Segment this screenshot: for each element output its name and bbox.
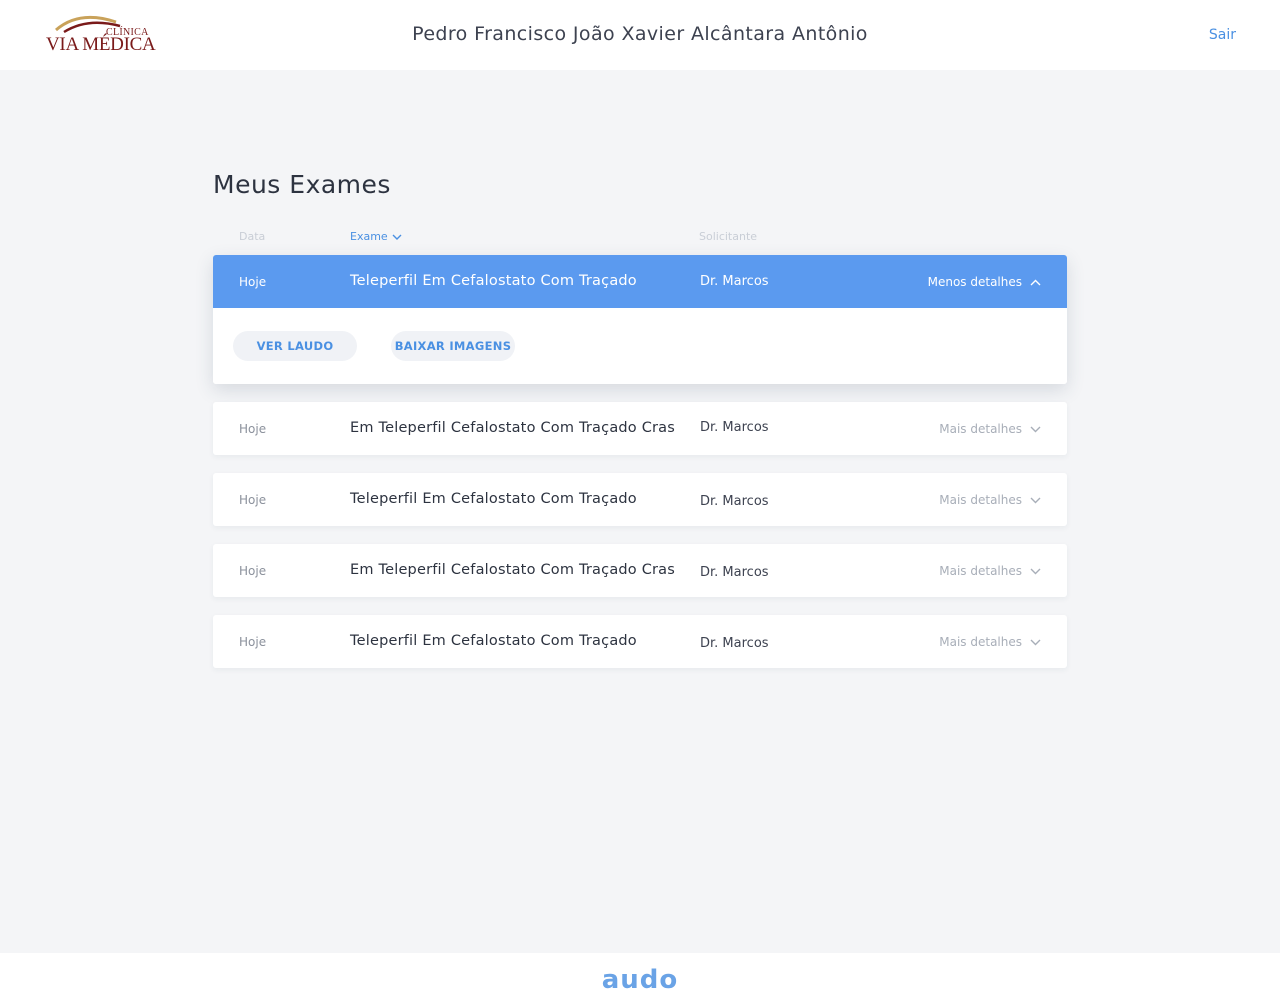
chevron-up-icon <box>1030 279 1041 286</box>
more-details-toggle[interactable]: Mais detalhes <box>939 564 1041 578</box>
patient-name: Pedro Francisco João Xavier Alcântara An… <box>412 23 868 45</box>
exam-card[interactable]: Hoje Em Teleperfil Cefalostato Com Traça… <box>213 544 1067 597</box>
exam-row[interactable]: Hoje Em Teleperfil Cefalostato Com Traça… <box>213 544 1067 597</box>
footer-brand-logo: audo <box>601 965 679 995</box>
footer: audo <box>0 953 1280 1006</box>
exam-date: Hoje <box>239 275 267 289</box>
exam-doctor: Dr. Marcos <box>700 494 769 509</box>
details-label: Mais detalhes <box>939 564 1022 578</box>
download-images-button[interactable]: BAIXAR IMAGENS <box>391 331 515 361</box>
exam-name: Teleperfil Em Cefalostato Com Traçado <box>350 491 637 507</box>
more-details-toggle[interactable]: Mais detalhes <box>939 422 1041 436</box>
column-header-date[interactable]: Data <box>239 230 265 243</box>
exam-row[interactable]: Hoje Teleperfil Em Cefalostato Com Traça… <box>213 615 1067 668</box>
exam-name: Teleperfil Em Cefalostato Com Traçado <box>350 273 637 289</box>
column-header-requester[interactable]: Solicitante <box>699 230 757 243</box>
details-label: Mais detalhes <box>939 493 1022 507</box>
more-details-toggle[interactable]: Mais detalhes <box>939 493 1041 507</box>
more-details-toggle[interactable]: Mais detalhes <box>939 635 1041 649</box>
view-report-button[interactable]: VER LAUDO <box>233 331 357 361</box>
less-details-toggle[interactable]: Menos detalhes <box>928 275 1041 289</box>
exam-row[interactable]: Hoje Teleperfil Em Cefalostato Com Traça… <box>213 473 1067 526</box>
exam-name: Em Teleperfil Cefalostato Com Traçado Cr… <box>350 420 676 436</box>
exam-date: Hoje <box>239 564 267 578</box>
exam-date: Hoje <box>239 422 267 436</box>
exam-card[interactable]: Hoje Em Teleperfil Cefalostato Com Traça… <box>213 402 1067 455</box>
details-label: Mais detalhes <box>939 422 1022 436</box>
exam-doctor: Dr. Marcos <box>700 636 769 651</box>
column-header-exam[interactable]: Exame <box>350 230 402 243</box>
exam-actions: VER LAUDO BAIXAR IMAGENS <box>213 308 1067 384</box>
logout-link[interactable]: Sair <box>1209 27 1236 43</box>
exam-doctor: Dr. Marcos <box>700 420 769 435</box>
exam-row[interactable]: Hoje Teleperfil Em Cefalostato Com Traça… <box>213 255 1067 308</box>
chevron-down-icon <box>1030 497 1041 504</box>
exam-date: Hoje <box>239 635 267 649</box>
exam-name: Teleperfil Em Cefalostato Com Traçado <box>350 633 637 649</box>
exam-doctor: Dr. Marcos <box>700 565 769 580</box>
column-header-exam-label: Exame <box>350 230 388 243</box>
chevron-down-icon <box>1030 568 1041 575</box>
exam-card[interactable]: Hoje Teleperfil Em Cefalostato Com Traça… <box>213 473 1067 526</box>
chevron-down-icon <box>392 234 402 240</box>
exam-row[interactable]: Hoje Em Teleperfil Cefalostato Com Traça… <box>213 402 1067 455</box>
exam-name: Em Teleperfil Cefalostato Com Traçado Cr… <box>350 562 676 578</box>
exam-doctor: Dr. Marcos <box>700 274 769 289</box>
details-label: Mais detalhes <box>939 635 1022 649</box>
top-header: CLÍNICA VIA MÉDICA Pedro Francisco João … <box>0 0 1280 70</box>
chevron-down-icon <box>1030 639 1041 646</box>
exam-date: Hoje <box>239 493 267 507</box>
page-title: Meus Exames <box>213 170 391 199</box>
exam-card[interactable]: Hoje Teleperfil Em Cefalostato Com Traça… <box>213 615 1067 668</box>
exam-card-expanded: Hoje Teleperfil Em Cefalostato Com Traça… <box>213 255 1067 384</box>
chevron-down-icon <box>1030 426 1041 433</box>
details-label: Menos detalhes <box>927 275 1022 289</box>
